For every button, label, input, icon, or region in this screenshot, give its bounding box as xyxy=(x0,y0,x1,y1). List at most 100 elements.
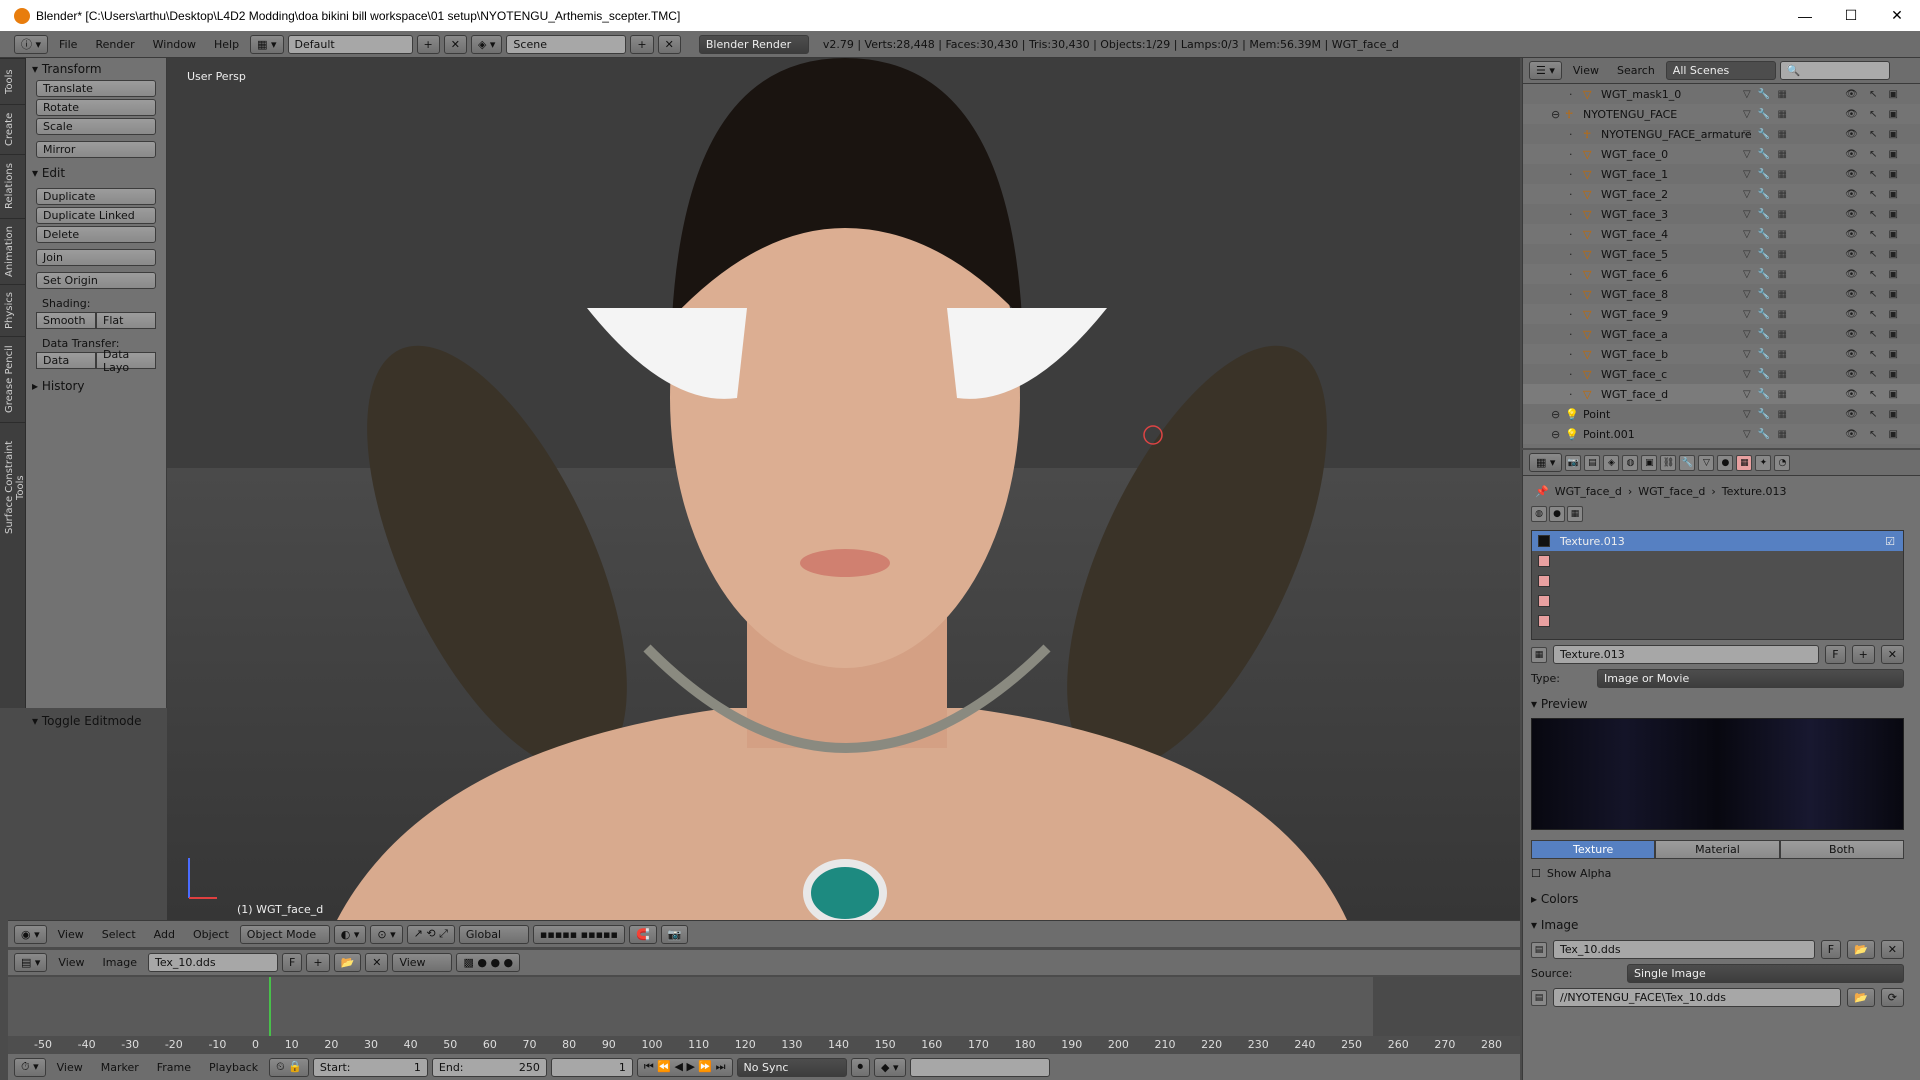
image-new-button[interactable]: + xyxy=(306,953,330,972)
tab-physics[interactable]: Physics xyxy=(0,284,26,336)
visibility-toggles[interactable]: 👁 ↖ ▣ xyxy=(1845,329,1902,340)
texture-name-field[interactable]: Texture.013 xyxy=(1553,645,1820,664)
maximize-button[interactable]: ☐ xyxy=(1828,7,1874,24)
transform-panel-header[interactable]: ▾ Transform xyxy=(26,58,166,78)
pivot-button[interactable]: ⊙ ▾ xyxy=(370,924,403,944)
select-menu[interactable]: Select xyxy=(95,928,143,941)
visibility-toggles[interactable]: 👁 ↖ ▣ xyxy=(1845,189,1902,200)
visibility-toggles[interactable]: 👁 ↖ ▣ xyxy=(1845,269,1902,280)
visibility-toggles[interactable]: 👁 ↖ ▣ xyxy=(1845,149,1902,160)
add-menu[interactable]: Add xyxy=(147,928,182,941)
layers-button[interactable]: ▪▪▪▪▪ ▪▪▪▪▪ xyxy=(532,924,625,944)
scale-button[interactable]: Scale xyxy=(36,118,156,135)
outliner-row[interactable]: · ▽ WGT_face_9 ▽ 🔧 ▦ 👁 ↖ ▣ xyxy=(1523,304,1920,324)
filepath-browse-button[interactable]: 📂 xyxy=(1847,988,1875,1007)
current-frame-marker[interactable] xyxy=(269,977,271,1036)
scene-icon[interactable]: ◈ ▾ xyxy=(470,34,503,54)
outliner-row[interactable]: · ▽ WGT_face_5 ▽ 🔧 ▦ 👁 ↖ ▣ xyxy=(1523,244,1920,264)
orientation-select[interactable]: Global xyxy=(458,924,529,944)
start-frame-field[interactable]: Start: 1 xyxy=(312,1057,428,1077)
image-datablock-unlink[interactable]: ✕ xyxy=(1880,940,1904,959)
outliner-row[interactable]: · ▽ WGT_face_a ▽ 🔧 ▦ 👁 ↖ ▣ xyxy=(1523,324,1920,344)
image-source-select[interactable]: Single Image xyxy=(1627,964,1904,983)
display-mode-select[interactable]: All Scenes xyxy=(1665,61,1776,80)
tab-surface-constraint-tools[interactable]: Surface Constraint Tools xyxy=(0,422,26,552)
visibility-toggles[interactable]: 👁 ↖ ▣ xyxy=(1845,289,1902,300)
frame-menu[interactable]: Frame xyxy=(150,1061,198,1074)
editor-type-image-button[interactable]: ▤ ▾ xyxy=(14,953,48,972)
visibility-toggles[interactable]: 👁 ↖ ▣ xyxy=(1845,109,1902,120)
editor-type-3d-button[interactable]: ◉ ▾ xyxy=(14,924,47,944)
keying-set-button[interactable]: ◆ ▾ xyxy=(874,1057,906,1077)
object-menu[interactable]: Object xyxy=(186,928,236,941)
texture-slot-empty[interactable] xyxy=(1532,591,1903,611)
menu-render[interactable]: Render xyxy=(88,38,141,51)
current-frame-field[interactable]: 1 xyxy=(550,1057,633,1077)
timeline[interactable]: -50 -40 -30 -20 -10 0 10 20 30 40 50 60 70 80 90 100 110… xyxy=(8,977,1520,1054)
preview-panel-header[interactable]: ▾ Preview xyxy=(1531,694,1912,714)
outliner-row[interactable]: · ▽ WGT_face_d ▽ 🔧 ▦ 👁 ↖ ▣ xyxy=(1523,384,1920,404)
scene-remove-button[interactable]: ✕ xyxy=(657,34,681,54)
outliner-row[interactable]: · ▽ WGT_mask1_0 ▽ 🔧 ▦ 👁 ↖ ▣ xyxy=(1523,84,1920,104)
minimize-button[interactable]: — xyxy=(1782,8,1828,24)
editor-type-outliner-button[interactable]: ☰ ▾ xyxy=(1529,61,1562,80)
delete-button[interactable]: Delete xyxy=(36,226,156,243)
data-button[interactable]: Data xyxy=(36,352,96,369)
visibility-toggles[interactable]: 👁 ↖ ▣ xyxy=(1845,369,1902,380)
reload-button[interactable]: ⟳ xyxy=(1880,988,1904,1007)
tab-material[interactable]: Material xyxy=(1655,840,1780,859)
visibility-toggles[interactable]: 👁 ↖ ▣ xyxy=(1845,389,1902,400)
tab-animation[interactable]: Animation xyxy=(0,218,26,284)
texture-slot-item[interactable]: Texture.013 ☑ xyxy=(1532,531,1903,551)
duplicate-linked-button[interactable]: Duplicate Linked xyxy=(36,207,156,224)
texture-slot-empty[interactable] xyxy=(1532,611,1903,631)
playback-menu[interactable]: Playback xyxy=(202,1061,265,1074)
outliner-row[interactable]: · ▽ WGT_face_3 ▽ 🔧 ▦ 👁 ↖ ▣ xyxy=(1523,204,1920,224)
visibility-toggles[interactable]: 👁 ↖ ▣ xyxy=(1845,129,1902,140)
join-button[interactable]: Join xyxy=(36,249,156,266)
image-menu[interactable]: Image xyxy=(96,956,144,969)
tab-tools[interactable]: Tools xyxy=(0,58,26,104)
preview-range-button[interactable]: ⏲ 🔒 xyxy=(269,1057,309,1077)
outliner-view-menu[interactable]: View xyxy=(1566,64,1606,77)
tab-both[interactable]: Both xyxy=(1779,840,1904,859)
editor-type-properties-button[interactable]: ▦ ▾ xyxy=(1529,453,1563,472)
keying-set-field[interactable] xyxy=(909,1057,1050,1077)
edit-panel-header[interactable]: ▾ Edit xyxy=(26,162,166,182)
material-texture-icon[interactable]: ● xyxy=(1549,506,1565,522)
object-tab-icon[interactable]: ▣ xyxy=(1641,454,1658,471)
duplicate-button[interactable]: Duplicate xyxy=(36,188,156,205)
channels-button[interactable]: ▩ ● ● ● xyxy=(456,953,521,972)
record-button[interactable]: ⏺ xyxy=(850,1057,871,1077)
physics-tab-icon[interactable]: ◔ xyxy=(1774,454,1791,471)
pin-icon[interactable]: 📌 xyxy=(1535,485,1549,498)
translate-button[interactable]: Translate xyxy=(36,80,156,97)
other-texture-icon[interactable]: ▦ xyxy=(1567,506,1583,522)
render-engine-select[interactable]: Blender Render xyxy=(698,34,809,54)
modifiers-tab-icon[interactable]: 🔧 xyxy=(1679,454,1696,471)
visibility-toggles[interactable]: 👁 ↖ ▣ xyxy=(1845,249,1902,260)
layout-field[interactable]: Default xyxy=(287,34,413,54)
image-datablock-open[interactable]: 📂 xyxy=(1847,940,1875,959)
expand-toggle-icon[interactable]: ⊖ xyxy=(1551,108,1565,121)
outliner-row[interactable]: · ▽ WGT_face_2 ▽ 🔧 ▦ 👁 ↖ ▣ xyxy=(1523,184,1920,204)
texture-slot-empty[interactable] xyxy=(1532,551,1903,571)
texture-browse-icon[interactable]: ▦ xyxy=(1531,646,1547,663)
close-button[interactable]: ✕ xyxy=(1874,7,1920,24)
render-button[interactable]: 📷 xyxy=(660,924,689,944)
image-datablock-fake-user[interactable]: F xyxy=(1820,940,1842,959)
outliner-search-input[interactable]: 🔍 xyxy=(1779,61,1890,80)
end-frame-field[interactable]: End: 250 xyxy=(431,1057,547,1077)
playback-controls[interactable]: ⏮ ⏪ ◀ ▶ ⏩ ⏭ xyxy=(636,1057,733,1077)
texture-slot-empty[interactable] xyxy=(1532,571,1903,591)
image-fake-user-button[interactable]: F xyxy=(281,953,303,972)
particles-tab-icon[interactable]: ✦ xyxy=(1755,454,1772,471)
expand-toggle-icon[interactable]: ⊖ xyxy=(1551,428,1565,441)
scene-add-button[interactable]: + xyxy=(630,34,654,54)
mode-select[interactable]: Object Mode xyxy=(239,924,330,944)
render-tab-icon[interactable]: 📷 xyxy=(1565,454,1582,471)
smooth-button[interactable]: Smooth xyxy=(36,312,96,329)
visibility-toggles[interactable]: 👁 ↖ ▣ xyxy=(1845,229,1902,240)
scene-tab-icon[interactable]: ◈ xyxy=(1603,454,1620,471)
tab-create[interactable]: Create xyxy=(0,104,26,154)
